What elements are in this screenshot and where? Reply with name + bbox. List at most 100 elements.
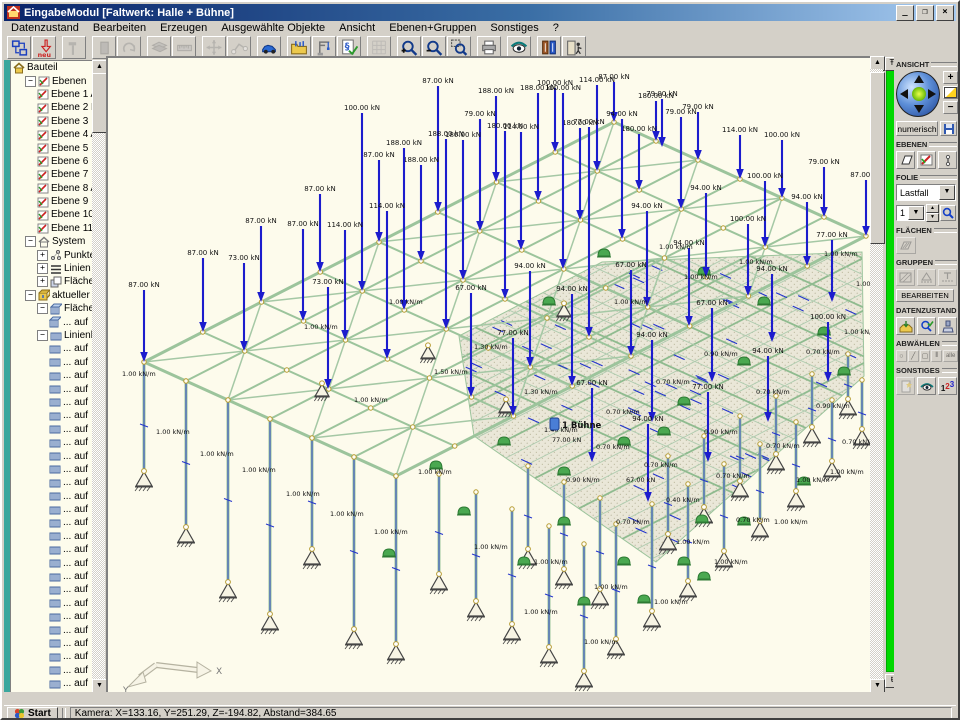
tree-item-ebene-2-e[interactable]: Ebene 2 E [11,101,93,114]
folie-dropdown-icon[interactable]: ▼ [939,185,955,200]
close-button[interactable]: × [936,5,954,21]
folie-select[interactable]: Lastfall ▼ [896,184,956,201]
daten-stempel-button[interactable] [938,317,957,335]
tree-item-system[interactable]: −System [11,235,93,248]
spin-up-icon[interactable]: ▲ [926,204,939,213]
tree-item--auf[interactable]: ... auf [11,369,93,382]
compass-center[interactable] [912,87,926,101]
tree-item--auf[interactable]: ... auf [11,409,93,422]
tree-scroll-track[interactable] [92,73,105,679]
tree-item--auf[interactable]: ... auf [11,570,93,583]
menu--[interactable]: ? [546,22,566,34]
collapse-icon[interactable]: − [37,303,48,314]
folie-spinner[interactable]: ▲ ▼ [926,204,939,222]
tree-item-ebene-8-a[interactable]: Ebene 8 A [11,182,93,195]
tree-item--auf[interactable]: ... auf [11,623,93,636]
rotate-right-icon[interactable] [928,89,936,99]
neu-button[interactable]: neu [32,36,56,59]
expand-icon[interactable]: + [37,263,48,274]
expand-icon[interactable]: + [37,276,48,287]
tree-item--auf[interactable]: ... auf [11,637,93,650]
folie-number-select[interactable]: 1 ▼ [896,205,925,221]
tree-item--auf[interactable]: ... auf [11,463,93,476]
collapse-icon[interactable]: − [37,330,48,341]
tree-item--auf[interactable]: ... auf [11,423,93,436]
menu-ebenen-gruppen[interactable]: Ebenen+Gruppen [382,22,483,34]
daten-pruefen-button[interactable] [917,317,936,335]
tree-item-ebene-11[interactable]: Ebene 11 [11,222,93,235]
tree-item--auf[interactable]: ... auf [11,356,93,369]
abwahl-last-button[interactable]: ⫴ [931,350,942,362]
abwahl-punkt-button[interactable]: ○ [896,350,907,362]
zoom-minus-button[interactable]: − [943,101,958,114]
rotate-down-icon[interactable] [914,105,924,113]
ebene-flaeche-button[interactable] [896,151,915,169]
gruppe-stab-button[interactable] [917,269,936,286]
title-bar[interactable]: EingabeModul [Faltwerk: Halle + Bühne] _… [4,4,956,21]
collapse-icon[interactable]: − [25,290,36,301]
tree-item--auf[interactable]: ... auf [11,382,93,395]
tree-item-flächenpo[interactable]: +Flächenpo [11,275,93,288]
model-canvas[interactable]: 87.00 kN87.00 kN87.00 kN87.00 kN87.00 kN… [106,56,870,694]
tree-item-aktueller-last[interactable]: −aktueller Last [11,289,93,302]
model-viewport[interactable]: 87.00 kN87.00 kN87.00 kN87.00 kN87.00 kN… [108,58,870,694]
tree-scroll-thumb[interactable] [92,73,107,133]
tree-item--auf[interactable]: ... auf [11,664,93,677]
tree-item--auf[interactable]: ... auf [11,476,93,489]
expand-icon[interactable]: + [37,250,48,261]
rotate-left-icon[interactable] [900,89,908,99]
folie-number-dropdown-icon[interactable]: ▼ [908,206,924,220]
tree-item--auf[interactable]: ... auf [11,556,93,569]
menu-datenzustand[interactable]: Datenzustand [4,22,86,34]
tree-item-ebene-6[interactable]: Ebene 6 [11,155,93,168]
menu-bearbeiten[interactable]: Bearbeiten [86,22,153,34]
save-view-button[interactable] [940,121,957,136]
tree-item--auf[interactable]: ... auf [11,449,93,462]
tree-item--auf[interactable]: ... auf [11,490,93,503]
ebene-edit-button[interactable] [917,151,936,169]
menu-ausgew-hlte-objekte[interactable]: Ausgewählte Objekte [214,22,332,34]
tree-item--auf[interactable]: ... auf [11,610,93,623]
tree-item-linien[interactable]: +Linien [11,262,93,275]
ebene-arrow-button[interactable] [938,151,957,169]
canvas-vscroll-thumb[interactable] [870,72,885,244]
abwahl-alle-button[interactable]: alle [943,350,958,362]
view-compass[interactable] [896,71,940,117]
collapse-icon[interactable]: − [25,236,36,247]
minimize-button[interactable]: _ [896,5,914,21]
tree-item--auf[interactable]: ... auf [11,597,93,610]
rotate-up-icon[interactable] [914,75,924,83]
ansicht-auge-button[interactable] [917,377,936,395]
menu-erzeugen[interactable]: Erzeugen [153,22,214,34]
tree-item--auf[interactable]: ... auf [11,530,93,543]
menu-ansicht[interactable]: Ansicht [332,22,382,34]
tree-item-ebene-3[interactable]: Ebene 3 [11,115,93,128]
tree-item-ebene-5[interactable]: Ebene 5 [11,141,93,154]
tree-item-bauteil[interactable]: Bauteil [11,61,93,74]
tree-item-flächenla[interactable]: −Flächenla [11,302,93,315]
nummern-button[interactable]: 123 [938,377,957,395]
datenzustand-button[interactable] [7,36,31,59]
flaechen-button[interactable] [896,237,916,254]
collapse-icon[interactable]: − [25,76,36,87]
tree-item--auf[interactable]: ... auf [11,436,93,449]
numerisch-button[interactable]: numerisch [896,121,938,136]
maximize-button[interactable]: ❐ [916,5,934,21]
spin-down-icon[interactable]: ▼ [926,213,939,222]
tree-item-ebene-10[interactable]: Ebene 10 [11,208,93,221]
tree-item--auf[interactable]: ... auf [11,543,93,556]
tree-item-ebene-7[interactable]: Ebene 7 [11,168,93,181]
bearbeiten-button[interactable]: BEARBEITEN [896,289,954,302]
abwahl-flaeche-button[interactable]: ▢ [920,350,931,362]
tree-item--auf[interactable]: ... auf [11,677,93,690]
tree-item--auf[interactable]: ... auf [11,516,93,529]
zoom-plus-button[interactable]: + [943,71,958,84]
tree-item--auf[interactable]: ... auf [11,396,93,409]
tree-item--auf[interactable]: ... auf [11,583,93,596]
menu-sonstiges[interactable]: Sonstiges [483,22,545,34]
start-button[interactable]: Start [7,707,58,720]
tree-item-ebenen[interactable]: −Ebenen [11,74,93,87]
tree-item-ebene-4-a[interactable]: Ebene 4 A [11,128,93,141]
folie-search-button[interactable] [940,205,956,221]
tree-item-ebene-1-a[interactable]: Ebene 1 A [11,88,93,101]
